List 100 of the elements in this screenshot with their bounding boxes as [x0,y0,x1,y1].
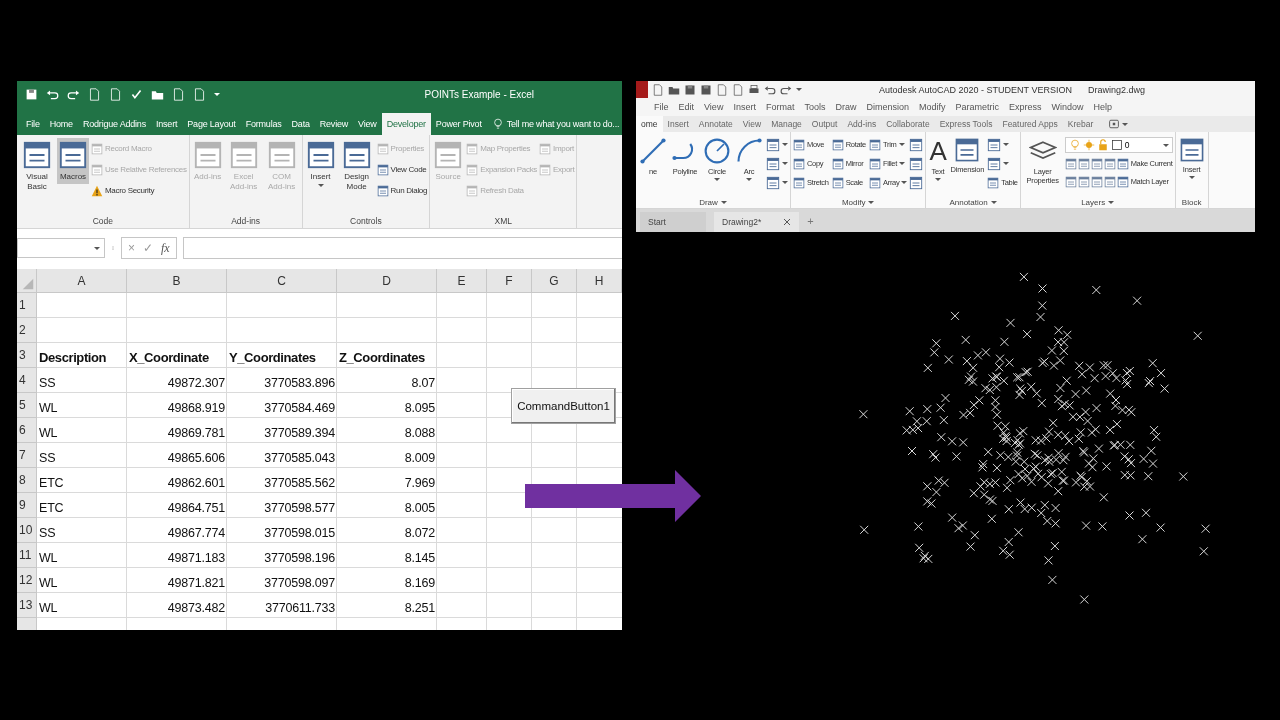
panel-title-button[interactable]: Draw [697,196,729,208]
row-header[interactable]: 1 [17,293,37,318]
ribbon-tab[interactable]: Page Layout [182,113,241,135]
ribbon-tab[interactable]: Home [44,113,78,135]
ribbon-tab[interactable]: Output [806,116,843,132]
row-header[interactable]: 11 [17,543,37,568]
ribbon-button[interactable] [909,137,924,152]
panel-title-button[interactable]: Code [90,214,115,228]
column-header[interactable]: C [227,269,337,293]
ribbon-button[interactable]: Visual Basic [19,138,55,194]
document-icon[interactable] [88,88,101,101]
panel-title-button[interactable]: Controls [348,214,384,228]
save-icon[interactable] [25,88,38,101]
ribbon-tab[interactable]: Krebar [1062,116,1099,132]
row-header[interactable]: 3 [17,343,37,368]
layer-dropdown[interactable]: 0 [1064,137,1173,153]
tell-me-search[interactable]: Tell me what you want to do... [486,113,622,135]
sheet-icon[interactable] [1103,157,1116,170]
tab-label[interactable]: Drawing2* [722,217,762,227]
close-icon[interactable] [783,218,792,226]
ribbon-tab[interactable]: Rodrigue Addins [77,113,151,135]
ribbon-tab[interactable]: Formulas [240,113,287,135]
menu-item[interactable]: Parametric [955,102,999,112]
menu-item[interactable]: Draw [835,102,857,112]
folder-icon[interactable] [151,88,164,101]
panel-title-button[interactable]: Block [1179,196,1204,208]
row-header[interactable]: 5 [17,393,37,418]
ribbon-tab[interactable]: Insert [662,116,694,132]
ribbon-tab[interactable]: View [737,116,767,132]
row-header[interactable]: 4 [17,368,37,393]
panel-title-button[interactable]: Annotation [947,196,999,208]
document-icon[interactable] [172,88,185,101]
menu-item[interactable]: Express [1009,102,1042,112]
ribbon-tab[interactable]: Review [314,113,354,135]
panel-title-button[interactable]: Modify [839,196,877,208]
ribbon-button[interactable]: Design Mode [338,138,375,194]
redo-icon[interactable] [67,88,80,101]
sheet-icon[interactable] [1064,175,1077,188]
printer-icon[interactable] [748,83,760,96]
sheet-icon[interactable] [1077,175,1090,188]
ribbon-button[interactable] [766,156,788,171]
row-header[interactable]: 12 [17,568,37,593]
ribbon-button[interactable]: Insert [304,138,337,189]
save-icon[interactable] [700,83,712,96]
ribbon-tab[interactable]: Collaborate [881,116,935,132]
command-button[interactable]: CommandButton1 [511,388,616,424]
ribbon-tab[interactable]: Developer [381,113,431,135]
column-header[interactable]: E [437,269,487,293]
row-header[interactable]: 2 [17,318,37,343]
menu-item[interactable]: Insert [733,102,756,112]
document-icon[interactable] [193,88,206,101]
panel-title-button[interactable]: XML [492,214,515,228]
column-header[interactable]: A [37,269,127,293]
menu-item[interactable]: Dimension [866,102,909,112]
tab-label[interactable]: Start [648,217,666,227]
column-header[interactable]: G [532,269,577,293]
sheet-icon[interactable] [1077,157,1090,170]
panel-title-button[interactable]: Layers [1079,196,1117,208]
insert-function-button[interactable]: fx [161,240,170,256]
document-tab[interactable]: Start [640,212,706,232]
menu-item[interactable]: Edit [678,102,695,112]
sheet-icon[interactable] [1090,157,1103,170]
ribbon-tab[interactable]: Data [286,113,315,135]
ribbon-tab[interactable]: Power Pivot [430,113,487,135]
undo-icon[interactable] [46,88,59,101]
menu-item[interactable]: File [654,102,669,112]
screen-icon[interactable] [1108,119,1121,129]
sheet-icon[interactable] [1064,157,1077,170]
row-header[interactable]: 9 [17,493,37,518]
menu-item[interactable]: Modify [919,102,946,112]
menu-item[interactable]: View [704,102,724,112]
panel-title-button[interactable]: Add-ins [229,214,262,228]
ribbon-button[interactable]: View Code [376,161,428,178]
row-header[interactable]: 10 [17,518,37,543]
ribbon-button[interactable]: Run Dialog [376,182,428,199]
ribbon-tab[interactable]: Manage [766,116,807,132]
ribbon-tab[interactable]: Express Tools [934,116,998,132]
menu-item[interactable]: Help [1093,102,1113,112]
menu-item[interactable]: Window [1051,102,1084,112]
ribbon-tab[interactable]: View [353,113,382,135]
document-tab[interactable]: Drawing2* [714,212,800,232]
ribbon-button[interactable] [766,137,788,152]
undo-icon[interactable] [764,83,776,96]
row-header[interactable]: 6 [17,418,37,443]
check-icon[interactable] [130,88,143,101]
row-header[interactable]: 7 [17,443,37,468]
redo-icon[interactable] [780,83,792,96]
document-icon[interactable] [109,88,122,101]
ribbon-button[interactable] [909,175,924,190]
ribbon-tab[interactable]: ome [636,116,663,132]
sheet-icon[interactable] [1090,175,1103,188]
menu-item[interactable]: Format [765,102,795,112]
row-header[interactable]: 13 [17,593,37,618]
ribbon-tab[interactable]: Add-ins [842,116,882,132]
column-header[interactable]: H [577,269,622,293]
column-header[interactable]: F [487,269,532,293]
ribbon-tab[interactable]: File [21,113,45,135]
save-icon[interactable] [684,83,696,96]
ribbon-button[interactable] [909,156,924,171]
sheet-icon[interactable] [1103,175,1116,188]
